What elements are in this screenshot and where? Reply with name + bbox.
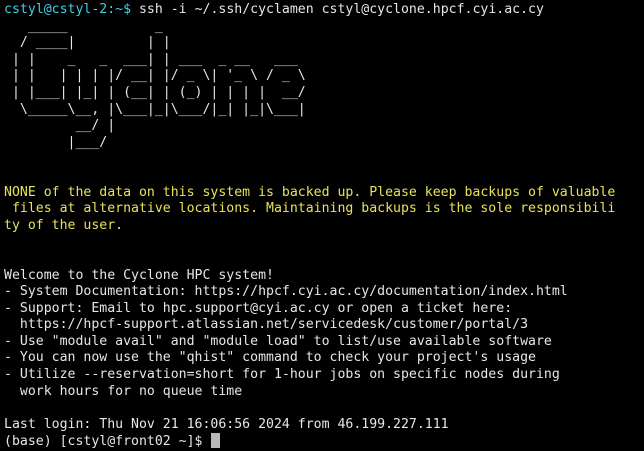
welcome-line: - Support: Email to hpc.support@cyi.ac.c… <box>4 300 513 316</box>
welcome-line: - Utilize --reservation=short for 1-hour… <box>4 367 560 383</box>
terminal-window[interactable]: cstyl@cstyl-2:~$ ssh -i ~/.ssh/cyclamen … <box>0 0 644 451</box>
welcome-message: Welcome to the Cyclone HPC system! - Sys… <box>4 268 644 401</box>
banner-line: \_____\__, |\___|_|\___/|_| |_|\___| <box>4 101 306 117</box>
banner-line: | | | | | |/ __| |/ _ \| '_ \ / _ \ <box>4 68 306 84</box>
welcome-line: - Use "module avail" and "module load" t… <box>4 333 552 349</box>
welcome-line: https://hpcf-support.atlassian.net/servi… <box>4 317 529 333</box>
banner-line: |___/ <box>4 134 108 150</box>
ssh-command: ssh -i ~/.ssh/cyclamen cstyl@cyclone.hpc… <box>131 2 544 17</box>
remote-prompt-line[interactable]: (base) [cstyl@front02 ~]$ <box>4 433 644 450</box>
welcome-line: - You can now use the "qhist" command to… <box>4 350 536 366</box>
notice-line: ty of the user. <box>4 217 124 233</box>
cursor-block <box>211 433 221 449</box>
welcome-line: work hours for no queue time <box>4 383 243 399</box>
last-login-line: Last login: Thu Nov 21 16:06:56 2024 fro… <box>4 416 449 432</box>
banner-line: __/ | <box>4 118 116 134</box>
remote-prompt: (base) [cstyl@front02 ~]$ <box>4 434 211 450</box>
backup-notice: NONE of the data on this system is backe… <box>4 185 644 235</box>
welcome-line: - System Documentation: https://hpcf.cyi… <box>4 284 568 300</box>
notice-line: files at alternative locations. Maintain… <box>4 201 616 217</box>
local-prompt-line: cstyl@cstyl-2:~$ ssh -i ~/.ssh/cyclamen … <box>4 2 644 19</box>
welcome-line: Welcome to the Cyclone HPC system! <box>4 267 274 283</box>
banner-line: | | _ _ ___| | ___ _ __ ___ <box>4 51 298 67</box>
banner-line: _____ _ <box>4 18 163 34</box>
banner-line: / ____| | | <box>4 35 171 51</box>
banner-line: | |___| |_| | (__| | (_) | | | | __/ <box>4 84 306 100</box>
notice-line: NONE of the data on this system is backe… <box>4 184 616 200</box>
cyclone-ascii-banner: _____ _ / ____| | | | | _ _ ___| | ___ _… <box>4 19 644 152</box>
local-prompt: cstyl@cstyl-2:~$ <box>4 2 132 17</box>
